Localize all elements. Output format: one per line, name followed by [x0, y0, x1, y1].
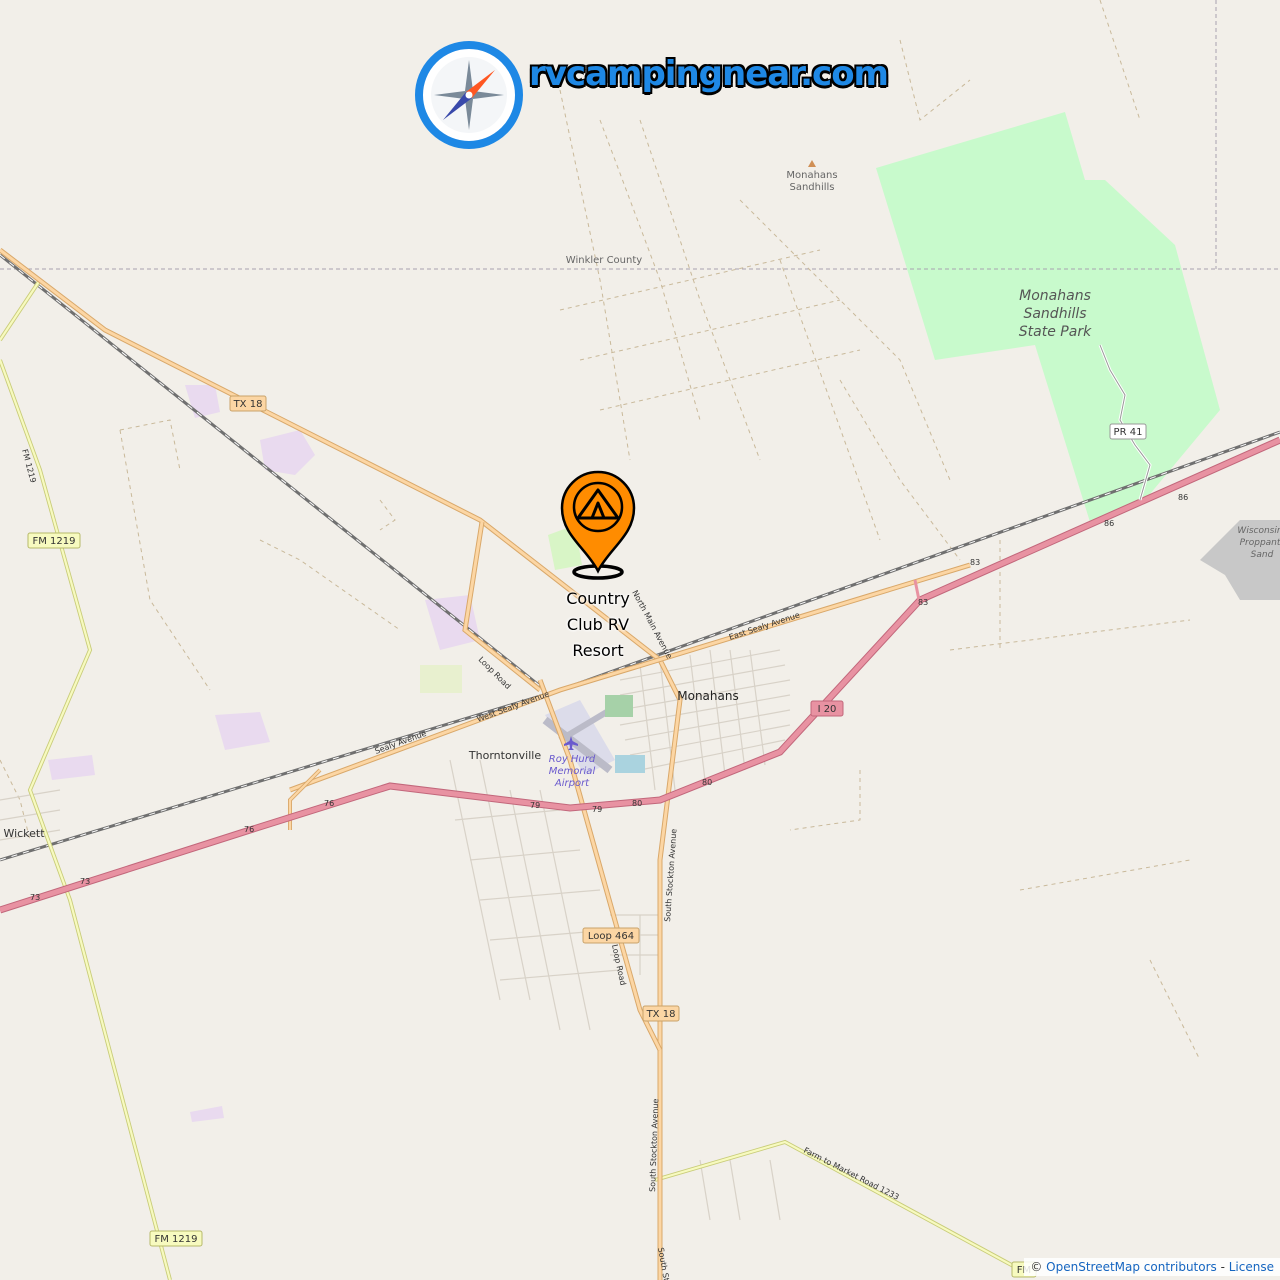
svg-text:I 20: I 20 [818, 704, 837, 715]
shield-loop464: Loop 464 [582, 927, 640, 944]
svg-text:86: 86 [1104, 519, 1114, 528]
label-thorntonville: Thorntonville [468, 749, 541, 762]
svg-text:83: 83 [918, 598, 928, 607]
brand-logo[interactable]: rvcampingnear.com [415, 40, 889, 150]
svg-text:79: 79 [530, 801, 540, 810]
svg-text:FM 1219: FM 1219 [32, 536, 75, 547]
pale-green-field [420, 665, 462, 693]
svg-text:83: 83 [970, 558, 980, 567]
svg-text:76: 76 [244, 825, 254, 834]
svg-text:86: 86 [1178, 493, 1188, 502]
attribution-separator: - [1216, 1260, 1229, 1274]
campground-name-line-2: Club RV [566, 615, 630, 634]
license-link[interactable]: License [1229, 1260, 1274, 1274]
label-monahans: Monahans [677, 689, 738, 703]
label-wisconsin-2: Proppant [1240, 538, 1280, 548]
shield-tx18-north: TX 18 [229, 395, 267, 412]
attribution-prefix: © [1030, 1260, 1047, 1274]
svg-text:PR 41: PR 41 [1114, 427, 1143, 438]
label-sandhills-1: Monahans [786, 170, 837, 181]
shield-fm1219-south: FM 1219 [149, 1230, 203, 1247]
compass-icon [415, 41, 523, 149]
svg-text:76: 76 [324, 799, 334, 808]
svg-text:TX 18: TX 18 [646, 1009, 676, 1020]
label-park-2: Sandhills [1023, 306, 1086, 322]
map-attribution: © OpenStreetMap contributors - License [1024, 1258, 1280, 1276]
shield-i20: I 20 [810, 700, 844, 717]
brand-name: rvcampingnear.com [529, 54, 889, 94]
svg-text:TX 18: TX 18 [233, 399, 263, 410]
label-sandhills-2: Sandhills [789, 182, 834, 193]
svg-text:80: 80 [632, 799, 642, 808]
label-wisconsin-3: Sand [1251, 550, 1274, 560]
campground-name-line-1: Country [566, 589, 630, 608]
label-winkler-county: Winkler County [566, 255, 642, 266]
label-airport-1: Roy Hurd [549, 754, 596, 765]
osm-contributors-link[interactable]: OpenStreetMap contributors [1046, 1260, 1217, 1274]
svg-text:80: 80 [702, 778, 712, 787]
svg-text:73: 73 [30, 893, 40, 902]
campground-name-line-3: Resort [572, 641, 624, 660]
label-airport-2: Memorial [549, 766, 596, 777]
label-airport-3: Airport [554, 778, 590, 789]
svg-text:Loop 464: Loop 464 [588, 931, 634, 942]
shield-tx18-south: TX 18 [642, 1005, 680, 1022]
label-park-1: Monahans [1019, 288, 1091, 304]
label-park-3: State Park [1019, 324, 1092, 340]
label-wickett: Wickett [3, 827, 45, 840]
campground-name-label: Country Club RV Resort [548, 586, 648, 664]
svg-text:79: 79 [592, 805, 602, 814]
svg-text:FM 1219: FM 1219 [154, 1234, 197, 1245]
shield-pr41: PR 41 [1109, 423, 1147, 440]
shield-fm1219-north: FM 1219 [27, 532, 81, 549]
label-wisconsin-1: Wisconsin [1237, 526, 1280, 536]
svg-text:73: 73 [80, 877, 90, 886]
